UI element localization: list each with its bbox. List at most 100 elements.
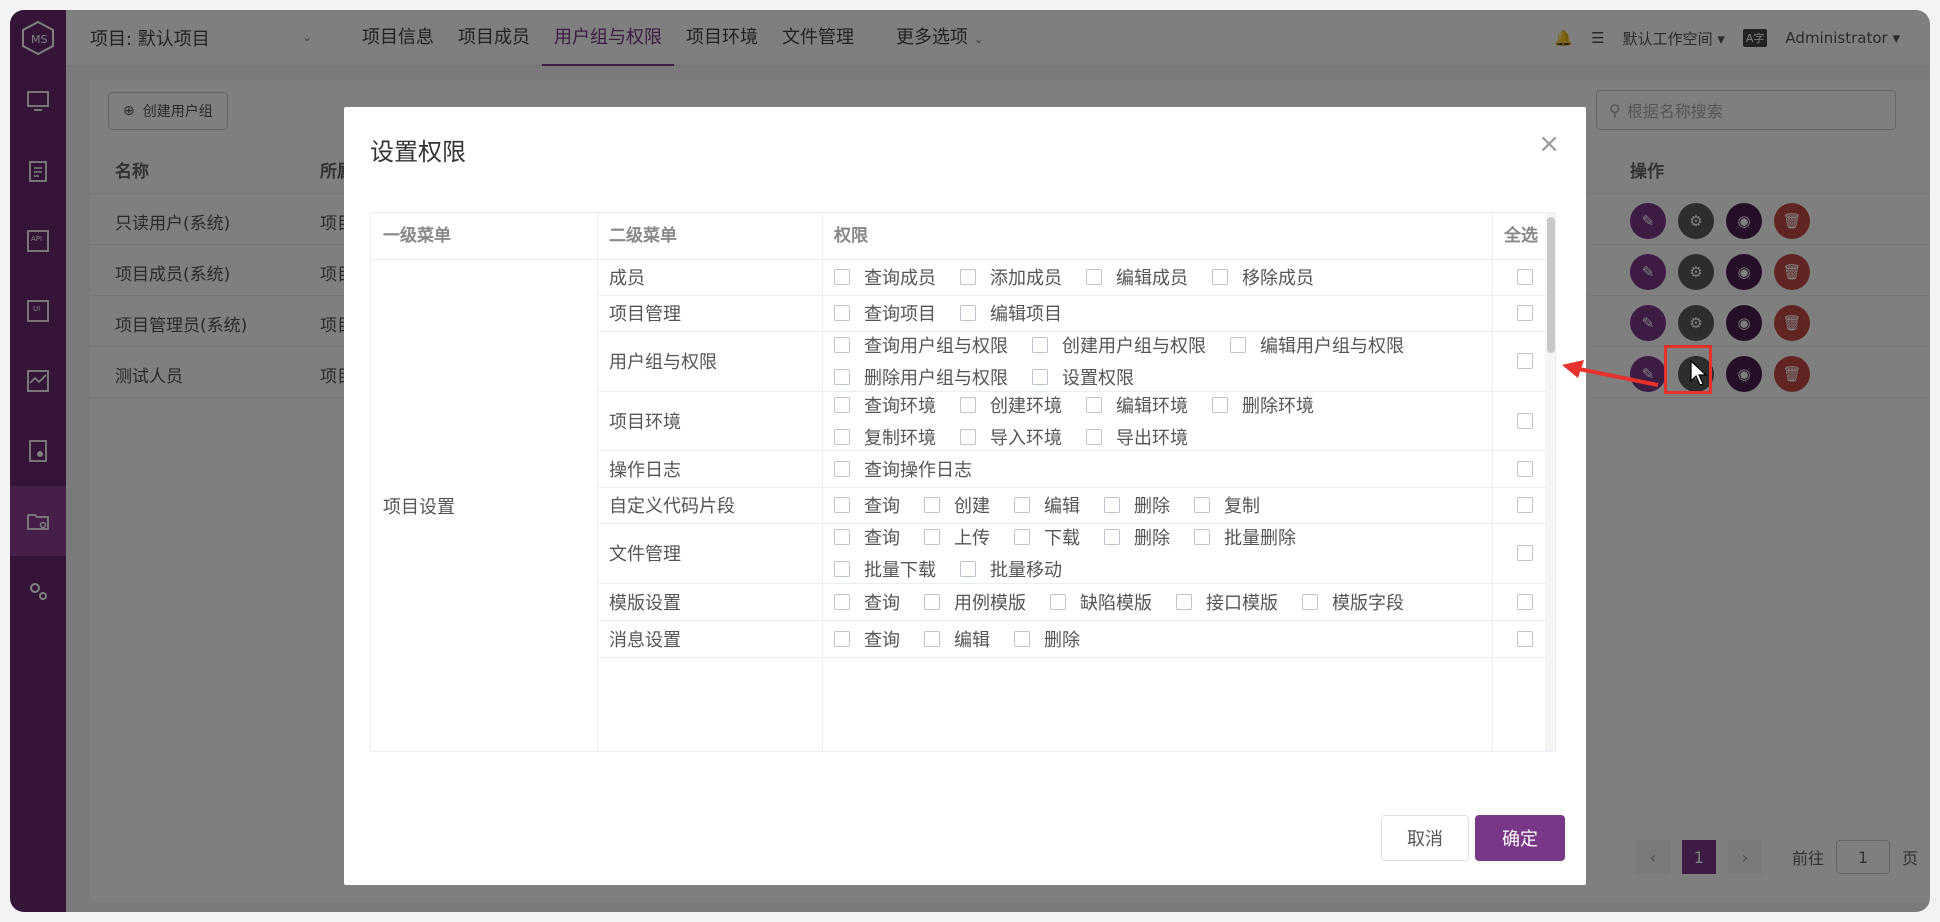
checkbox-icon[interactable] (924, 593, 940, 610)
permission-checkbox[interactable]: 用例模版 (924, 589, 1026, 615)
permission-checkbox[interactable]: 查询 (834, 524, 900, 550)
permission-checkbox[interactable]: 批量删除 (1194, 524, 1296, 550)
checkbox-icon[interactable] (924, 497, 940, 513)
checkbox-icon[interactable] (960, 305, 976, 321)
permission-checkbox[interactable]: 查询 (834, 492, 900, 518)
checkbox-icon[interactable] (1050, 593, 1066, 610)
checkbox-icon[interactable] (834, 428, 850, 445)
scrollbar[interactable] (1545, 213, 1555, 751)
permission-checkbox[interactable]: 导入环境 (960, 424, 1062, 450)
checkbox-icon[interactable] (1086, 269, 1102, 285)
checkbox-icon[interactable] (960, 396, 976, 413)
permission-checkbox[interactable]: 批量下载 (834, 556, 936, 582)
permission-label: 查询 (864, 496, 900, 517)
permission-checkbox[interactable]: 批量移动 (960, 556, 1062, 582)
permission-checkbox[interactable]: 编辑 (924, 626, 990, 652)
checkbox-icon[interactable] (960, 561, 976, 577)
checkbox-icon[interactable] (834, 337, 850, 353)
select-all-checkbox[interactable] (1516, 353, 1533, 369)
permission-checkbox[interactable]: 编辑成员 (1086, 264, 1188, 290)
select-all-checkbox[interactable] (1516, 497, 1533, 513)
permission-checkbox[interactable]: 模版字段 (1302, 589, 1404, 615)
permission-checkbox[interactable]: 查询环境 (834, 392, 936, 418)
permission-line: 查询 编辑 删除 (834, 626, 1492, 652)
permission-checkbox[interactable]: 创建环境 (960, 392, 1062, 418)
permission-checkbox[interactable]: 编辑环境 (1086, 392, 1188, 418)
checkbox-icon[interactable] (924, 529, 940, 545)
checkbox-icon[interactable] (1104, 497, 1120, 513)
permission-checkbox[interactable]: 设置权限 (1032, 364, 1134, 390)
permission-checkbox[interactable]: 查询用户组与权限 (834, 332, 1008, 358)
permission-cell: 查询 创建 编辑 删除 复制 (822, 487, 1492, 523)
permission-cell: 查询环境 创建环境 编辑环境 删除环境复制环境 导入环境 导出环境 (822, 391, 1492, 450)
checkbox-icon[interactable] (1086, 428, 1102, 445)
permission-checkbox[interactable]: 删除用户组与权限 (834, 364, 1008, 390)
checkbox-icon[interactable] (1032, 337, 1048, 353)
checkbox-icon[interactable] (1212, 396, 1228, 413)
checkbox-icon[interactable] (960, 269, 976, 285)
select-all-checkbox[interactable] (1516, 630, 1533, 647)
checkbox-icon[interactable] (1194, 529, 1210, 545)
checkbox-icon[interactable] (834, 593, 850, 610)
checkbox-icon[interactable] (834, 396, 850, 413)
checkbox-icon[interactable] (834, 561, 850, 577)
checkbox-icon[interactable] (834, 529, 850, 545)
permission-checkbox[interactable]: 查询项目 (834, 300, 936, 326)
permission-checkbox[interactable]: 编辑 (1014, 492, 1080, 518)
permission-checkbox[interactable]: 添加成员 (960, 264, 1062, 290)
checkbox-icon[interactable] (1086, 396, 1102, 413)
permission-checkbox[interactable]: 下载 (1014, 524, 1080, 550)
mouse-cursor-icon (1690, 360, 1708, 386)
checkbox-icon[interactable] (834, 460, 850, 477)
checkbox-icon[interactable] (1104, 529, 1120, 545)
permission-checkbox[interactable]: 删除 (1014, 626, 1080, 652)
permission-checkbox[interactable]: 上传 (924, 524, 990, 550)
permission-checkbox[interactable]: 编辑用户组与权限 (1230, 332, 1404, 358)
permission-checkbox[interactable]: 删除环境 (1212, 392, 1314, 418)
checkbox-icon[interactable] (1014, 529, 1030, 545)
permission-checkbox[interactable]: 删除 (1104, 492, 1170, 518)
permission-checkbox[interactable]: 删除 (1104, 524, 1170, 550)
checkbox-icon[interactable] (1176, 593, 1192, 610)
checkbox-icon[interactable] (1194, 497, 1210, 513)
permission-checkbox[interactable]: 创建用户组与权限 (1032, 332, 1206, 358)
permission-checkbox[interactable]: 编辑项目 (960, 300, 1062, 326)
select-all-checkbox[interactable] (1516, 305, 1533, 321)
permission-checkbox[interactable]: 查询 (834, 589, 900, 615)
select-all-checkbox[interactable] (1516, 269, 1533, 285)
checkbox-icon[interactable] (1014, 630, 1030, 647)
select-all-checkbox[interactable] (1516, 460, 1533, 477)
checkbox-icon[interactable] (1212, 269, 1228, 285)
checkbox-icon[interactable] (834, 630, 850, 647)
permission-checkbox[interactable]: 复制环境 (834, 424, 936, 450)
permission-checkbox[interactable]: 查询成员 (834, 264, 936, 290)
permission-checkbox[interactable]: 查询 (834, 626, 900, 652)
close-icon[interactable]: × (1538, 129, 1560, 159)
select-all-checkbox[interactable] (1516, 412, 1533, 429)
select-all-checkbox[interactable] (1516, 545, 1533, 561)
checkbox-icon[interactable] (834, 497, 850, 513)
checkbox-icon[interactable] (1302, 593, 1318, 610)
permission-checkbox[interactable]: 接口模版 (1176, 589, 1278, 615)
permission-checkbox[interactable]: 复制 (1194, 492, 1260, 518)
permission-checkbox[interactable]: 缺陷模版 (1050, 589, 1152, 615)
checkbox-icon[interactable] (1230, 337, 1246, 353)
checkbox-icon[interactable] (1032, 369, 1048, 385)
permission-checkbox[interactable]: 创建 (924, 492, 990, 518)
checkbox-icon[interactable] (1014, 497, 1030, 513)
permission-checkbox[interactable]: 移除成员 (1212, 264, 1314, 290)
confirm-button[interactable]: 确定 (1475, 815, 1565, 861)
permission-label: 编辑用户组与权限 (1260, 336, 1404, 357)
scrollbar-thumb[interactable] (1547, 217, 1555, 353)
checkbox-icon[interactable] (960, 428, 976, 445)
second-menu-cell: 文件管理 (597, 523, 822, 583)
column-header-select-all: 全选 (1504, 226, 1538, 246)
cancel-button[interactable]: 取消 (1381, 815, 1469, 861)
permission-checkbox[interactable]: 导出环境 (1086, 424, 1188, 450)
checkbox-icon[interactable] (834, 369, 850, 385)
checkbox-icon[interactable] (924, 630, 940, 647)
checkbox-icon[interactable] (834, 305, 850, 321)
permission-checkbox[interactable]: 查询操作日志 (834, 456, 972, 482)
checkbox-icon[interactable] (834, 269, 850, 285)
select-all-checkbox[interactable] (1516, 593, 1533, 610)
